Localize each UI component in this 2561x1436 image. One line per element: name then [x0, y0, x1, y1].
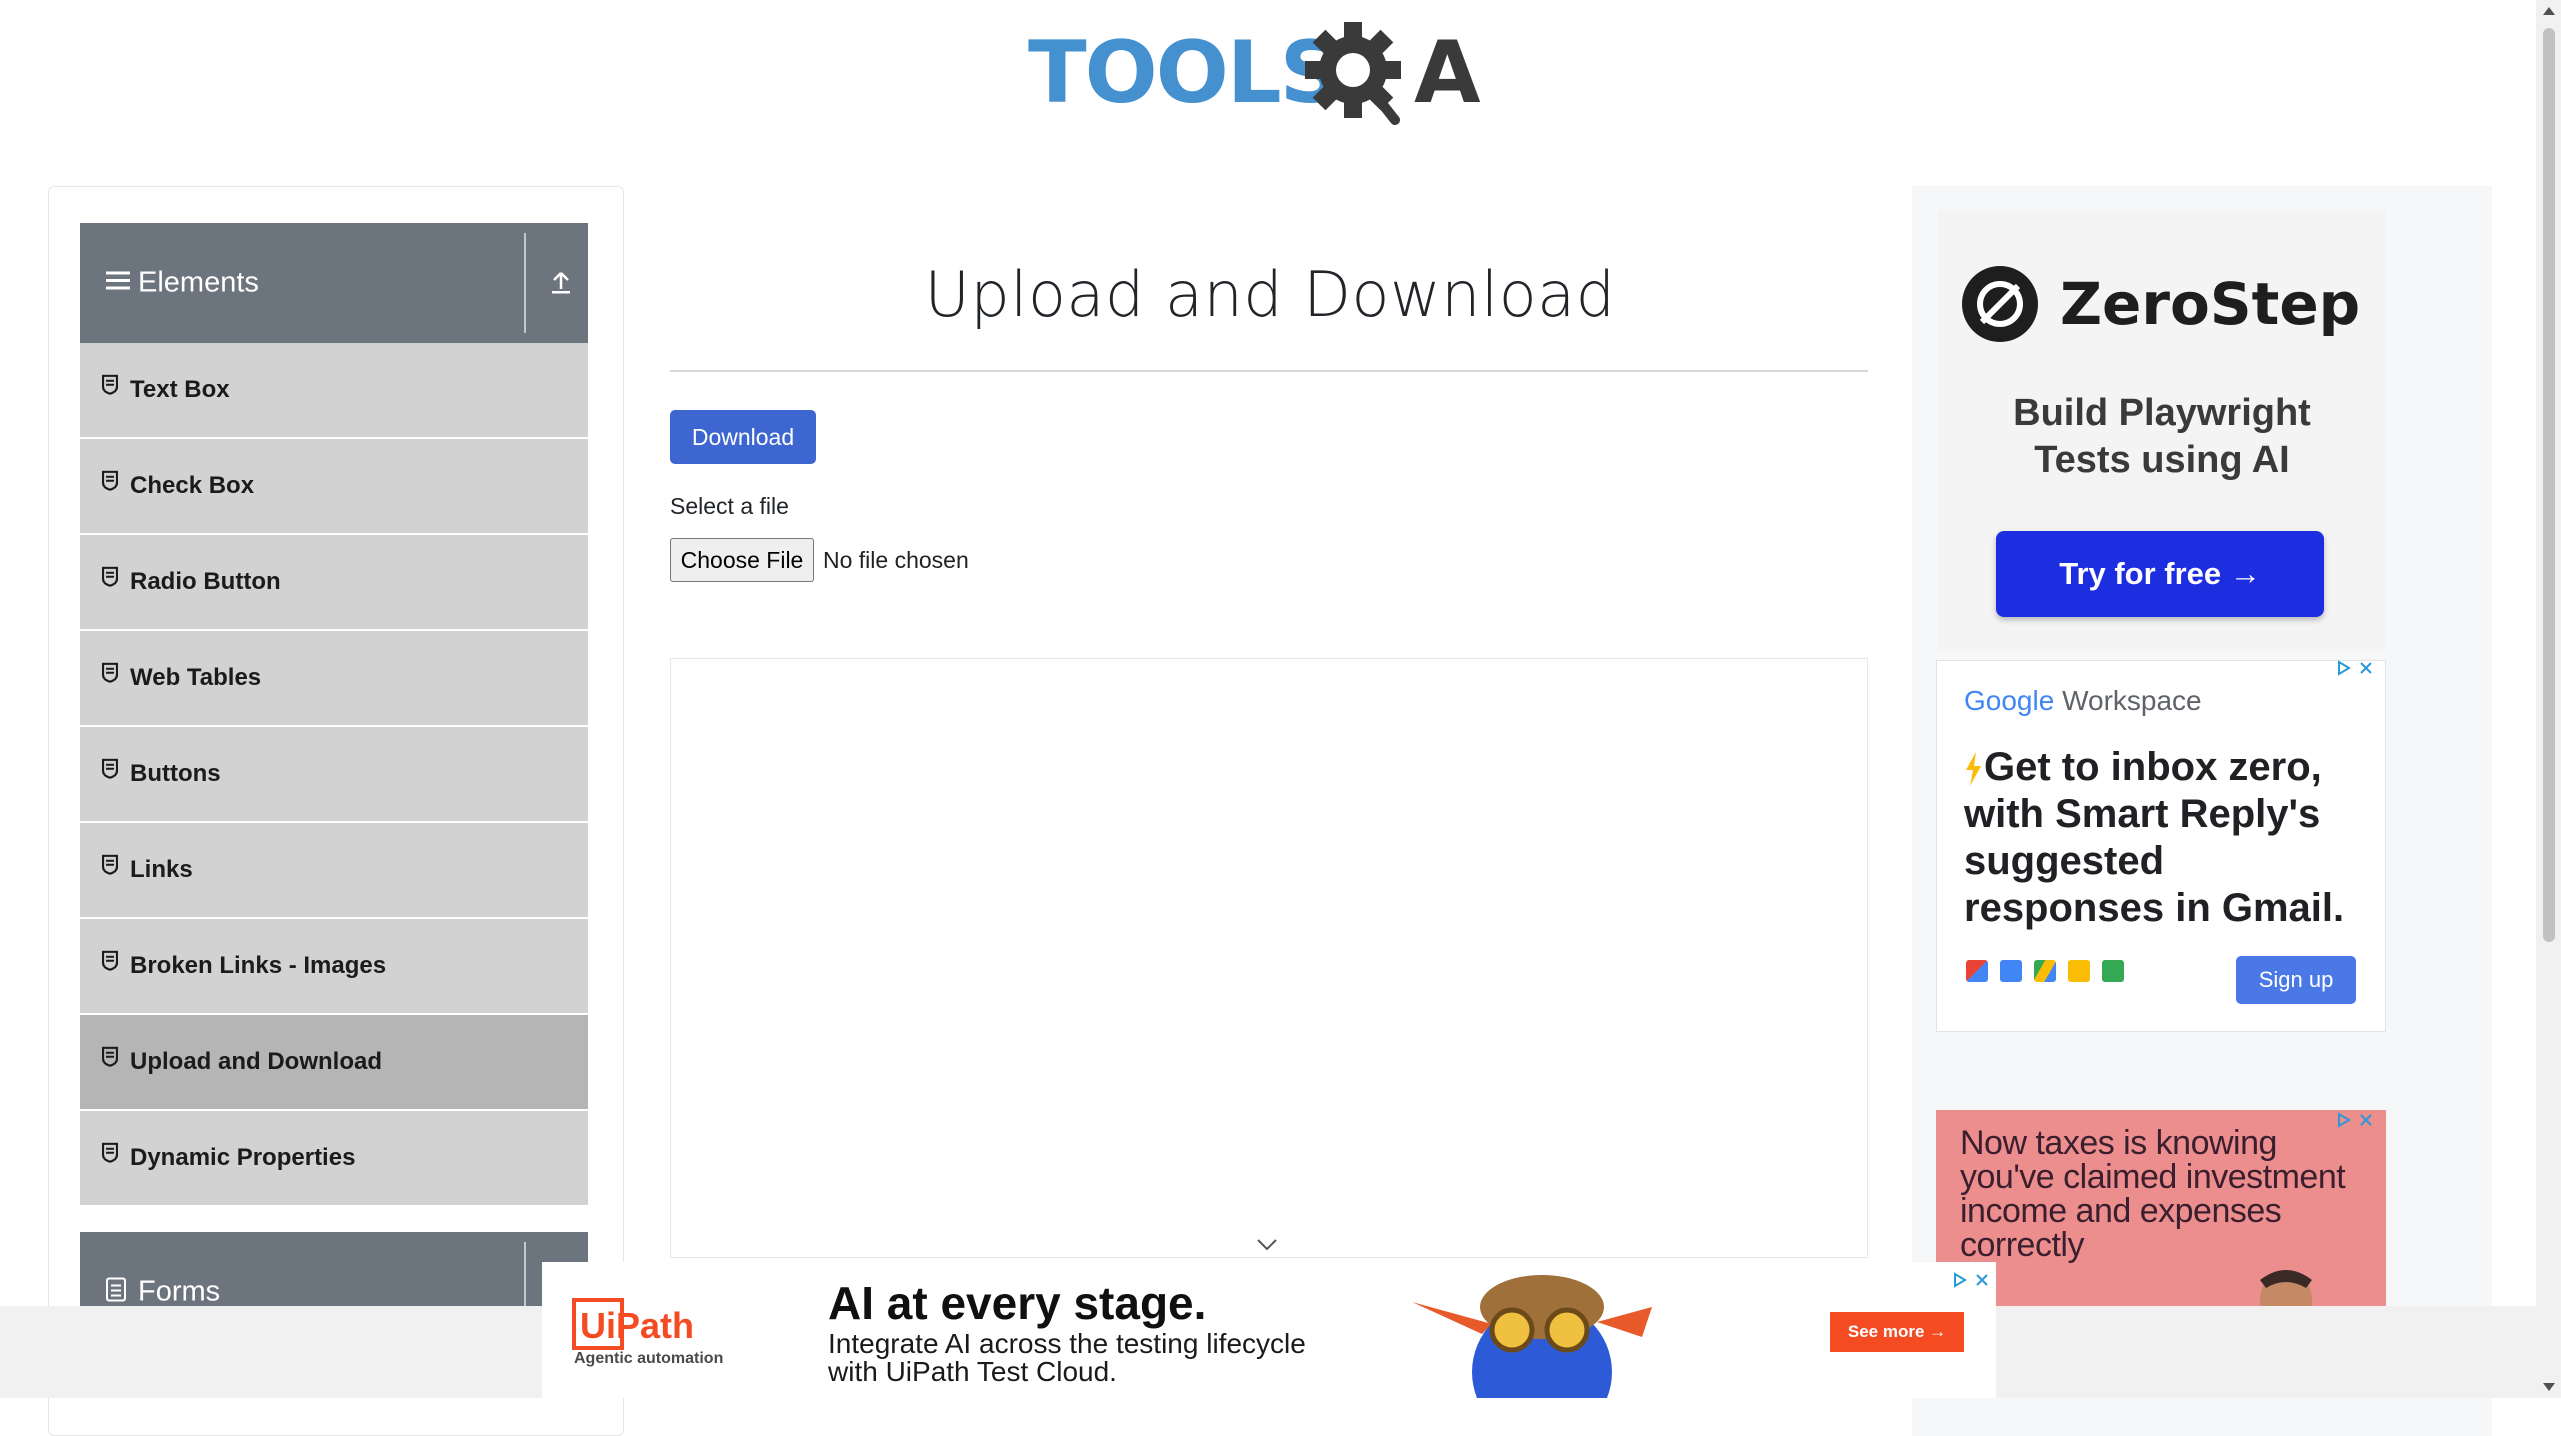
select-file-label: Select a file	[670, 493, 789, 519]
uipath-headline: AI at every stage.	[828, 1277, 1207, 1329]
calendar-icon	[2000, 960, 2022, 982]
taxes-ad-text: Now taxes is knowing you've claimed inve…	[1960, 1124, 2346, 1264]
scroll-up-icon[interactable]	[2541, 4, 2557, 22]
google-wordmark: Google	[1964, 685, 2055, 716]
sidebar-item-label: Web Tables	[130, 664, 262, 691]
shield-icon	[101, 662, 119, 690]
choose-file-button[interactable]: Choose File	[670, 538, 814, 582]
try-for-free-button[interactable]: Try for free →	[1996, 531, 2324, 617]
sidebar-item-label: Text Box	[130, 376, 230, 403]
logo-tools-text: TOOLS	[1028, 23, 1340, 123]
shield-icon	[101, 470, 119, 498]
person-image	[2206, 1260, 2366, 1310]
sidebar-item-dynamic-properties[interactable]: Dynamic Properties	[80, 1111, 588, 1205]
uipath-ad[interactable]: UiPath Agentic automation AI at every st…	[542, 1262, 1996, 1398]
sidebar-item-label: Dynamic Properties	[130, 1144, 356, 1171]
sidebar-item-upload-download[interactable]: Upload and Download	[80, 1015, 588, 1109]
see-more-button[interactable]: See more →	[1830, 1312, 1964, 1352]
toolsqa-logo[interactable]: TOOLS A	[1028, 22, 1516, 137]
uipath-subtitle: Agentic automation	[574, 1350, 724, 1367]
zerostep-brand: ZeroStep	[2060, 270, 2361, 338]
sidebar-item-label: Upload and Download	[130, 1048, 382, 1075]
adchoices-icon	[2338, 660, 2351, 676]
workspace-wordmark: Workspace	[2062, 685, 2202, 716]
elements-menu: Text Box Check Box Radio Button Web Tabl…	[80, 343, 588, 1207]
zerostep-logo-icon	[1960, 264, 2040, 349]
ad-choices[interactable]	[1952, 1272, 1990, 1288]
shield-icon	[101, 1142, 119, 1170]
sidebar-item-text-box[interactable]: Text Box	[80, 343, 588, 437]
shield-icon	[101, 758, 119, 786]
download-button[interactable]: Download	[670, 410, 816, 464]
collapse-icon[interactable]	[534, 223, 588, 343]
group-header-elements[interactable]: Elements	[80, 223, 588, 343]
close-icon	[2360, 1114, 2372, 1126]
google-workspace-headline: Get to inbox zero, with Smart Reply's su…	[1964, 745, 2345, 930]
mascot-image	[1412, 1262, 1672, 1398]
divider	[524, 233, 526, 333]
shield-icon	[101, 854, 119, 882]
workspace-app-icons	[1966, 960, 2124, 982]
close-icon	[1976, 1274, 1988, 1286]
group-title: Elements	[138, 266, 259, 299]
scroll-down-icon[interactable]	[2541, 1380, 2557, 1398]
ad-choices[interactable]	[2336, 1112, 2374, 1128]
sidebar-item-label: Links	[130, 856, 193, 883]
hamburger-icon	[106, 270, 130, 297]
chevron-down-icon[interactable]	[1256, 1238, 1278, 1257]
shield-icon	[101, 950, 119, 978]
shield-icon	[101, 374, 119, 402]
sign-up-button[interactable]: Sign up	[2236, 956, 2356, 1004]
keep-icon	[2068, 960, 2090, 982]
shield-icon	[101, 1046, 119, 1074]
ad-choices[interactable]	[2336, 660, 2374, 676]
group-title: Forms	[138, 1275, 221, 1308]
logo-a-text: A	[1414, 23, 1481, 123]
sidebar-item-radio-button[interactable]: Radio Button	[80, 535, 588, 629]
sidebar-item-label: Buttons	[130, 760, 221, 787]
sidebar-item-label: Check Box	[130, 472, 255, 499]
adchoices-icon	[2338, 1112, 2351, 1128]
page-title: Upload and Download	[924, 258, 1616, 331]
uipath-logo: UiPath	[572, 1298, 712, 1355]
sidebar-item-label: Broken Links - Images	[130, 952, 387, 979]
sidebar-item-label: Radio Button	[130, 568, 281, 595]
file-status-text: No file chosen	[823, 547, 969, 573]
svg-text:UiPath: UiPath	[580, 1305, 694, 1346]
ad-placeholder	[670, 658, 1868, 1258]
adchoices-icon	[1954, 1272, 1967, 1288]
shield-icon	[101, 566, 119, 594]
taxes-ad[interactable]: Now taxes is knowing you've claimed inve…	[1936, 1110, 2386, 1310]
close-icon	[2360, 662, 2372, 674]
zerostep-tagline: Build Playwright Tests using AI	[2013, 392, 2311, 481]
sidebar-item-links[interactable]: Links	[80, 823, 588, 917]
sidebar-item-check-box[interactable]: Check Box	[80, 439, 588, 533]
sidebar-item-web-tables[interactable]: Web Tables	[80, 631, 588, 725]
uipath-body: Integrate AI across the testing lifecycl…	[828, 1328, 1306, 1387]
sidebar-item-broken-links[interactable]: Broken Links - Images	[80, 919, 588, 1013]
title-divider	[670, 370, 1868, 372]
google-workspace-brand: Google Workspace	[1964, 685, 2202, 717]
sidebar-item-buttons[interactable]: Buttons	[80, 727, 588, 821]
drive-icon	[2034, 960, 2056, 982]
gmail-icon	[1966, 960, 1988, 982]
meet-icon	[2102, 960, 2124, 982]
document-icon	[106, 1277, 126, 1307]
scrollbar-thumb[interactable]	[2543, 28, 2555, 942]
